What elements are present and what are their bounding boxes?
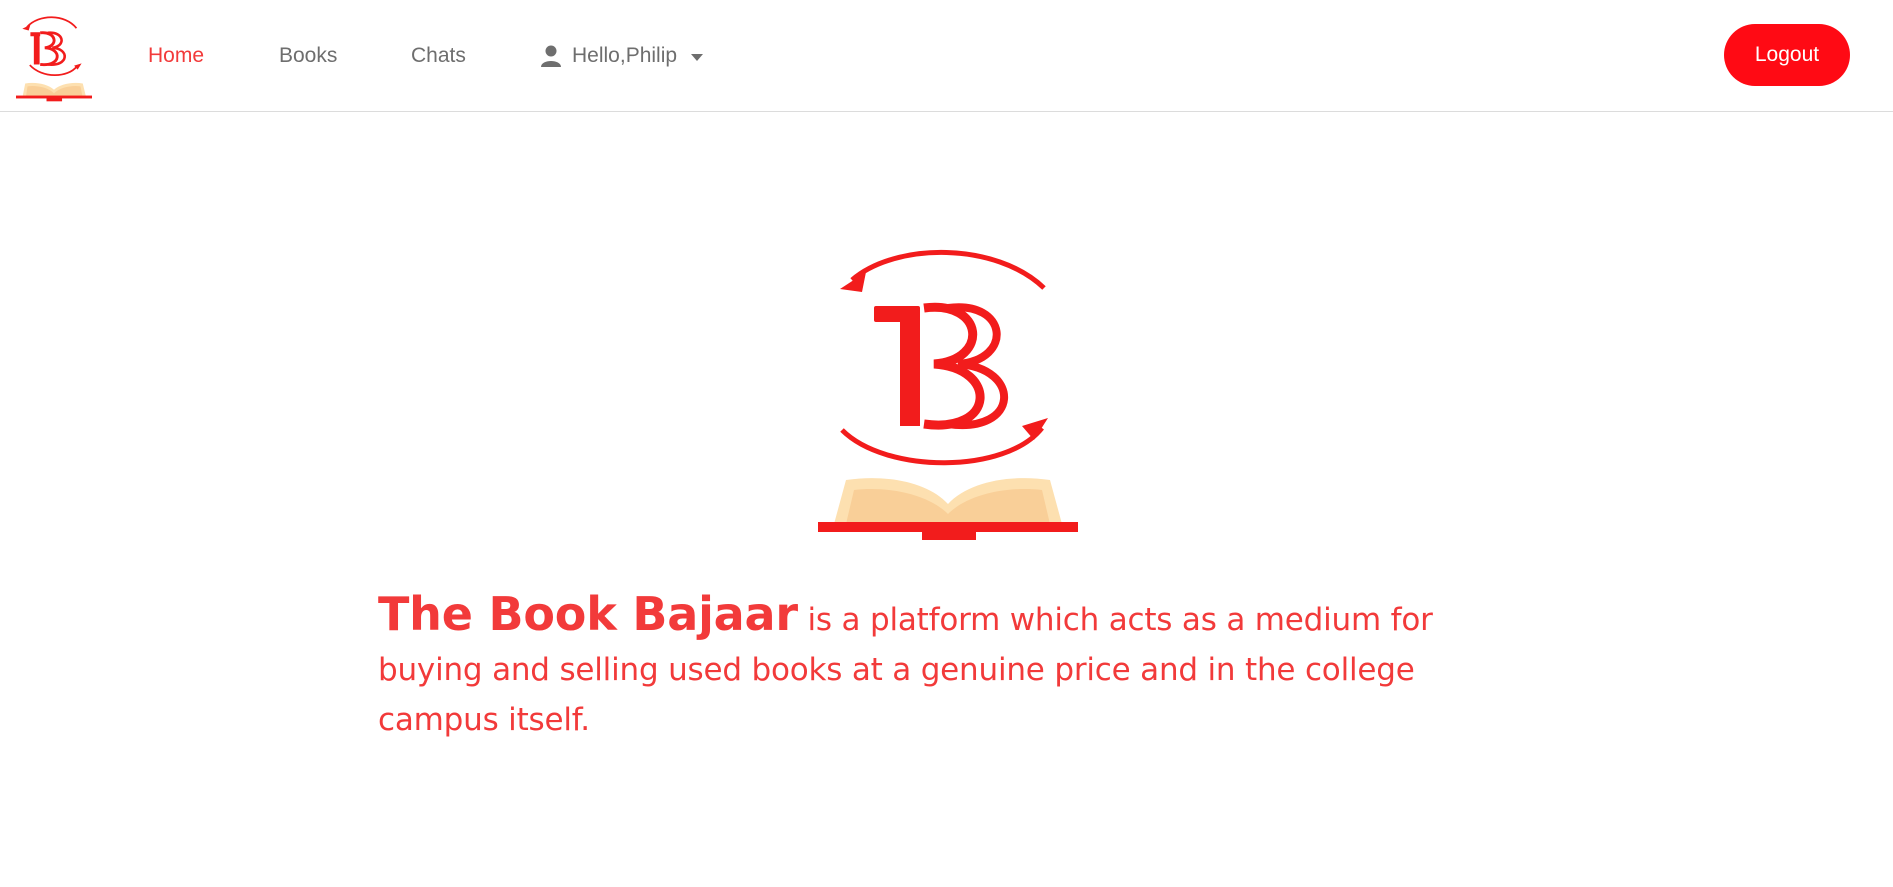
user-menu-dropdown[interactable]: Hello,Philip: [540, 43, 704, 69]
nav-books-link[interactable]: Books: [279, 43, 337, 69]
user-icon: [541, 45, 561, 67]
nav-home-link[interactable]: Home: [148, 43, 204, 69]
logout-button[interactable]: Logout: [1724, 24, 1850, 86]
brand-name: The Book Bajaar: [378, 587, 798, 641]
nav-chats-link[interactable]: Chats: [411, 43, 466, 69]
navbar: Home Books Chats Hello,Philip Logout: [0, 0, 1893, 112]
brand-logo[interactable]: [16, 12, 92, 106]
hero-description: The Book Bajaar is a platform which acts…: [378, 589, 1518, 745]
hero-logo: [818, 249, 1078, 540]
caret-down-icon: [691, 54, 704, 61]
user-greeting: Hello,Philip: [572, 44, 678, 67]
